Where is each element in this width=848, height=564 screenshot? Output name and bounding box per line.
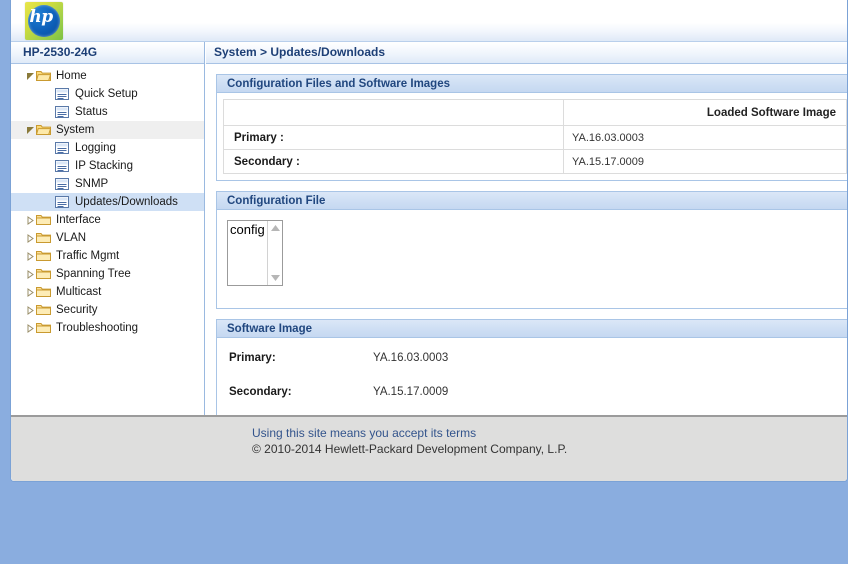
breadcrumb: System > Updates/Downloads <box>206 42 847 64</box>
sidebar-item-system[interactable]: System <box>11 121 204 139</box>
sidebar-item-status[interactable]: Status <box>11 103 204 121</box>
page-icon <box>55 157 71 175</box>
table-row: Secondary : YA.15.17.0009 <box>223 149 847 174</box>
software-image-label: Secondary: <box>229 386 292 398</box>
app-banner: hp <box>11 0 847 42</box>
sidebar-item-label: Security <box>56 304 98 316</box>
triangle-expanded-icon[interactable] <box>25 67 35 85</box>
table-row: Primary : YA.16.03.0003 <box>223 125 847 150</box>
table-header-blank <box>223 99 564 126</box>
sidebar-item-home[interactable]: Home <box>11 67 204 85</box>
hp-switch-web-app: hp HP-2530-24G Home Quick Setup Status Syst… <box>10 0 848 482</box>
loaded-software-image-value: YA.15.17.0009 <box>563 149 847 174</box>
panel-configuration-file: Configuration File config <box>216 191 847 309</box>
sidebar-item-interface[interactable]: Interface <box>11 211 204 229</box>
image-slot-label: Primary : <box>223 125 564 150</box>
hp-logo-icon[interactable]: hp <box>25 2 63 40</box>
folder-open-icon <box>35 121 53 139</box>
panel-body-software-image: Primary: YA.16.03.0003 Secondary: YA.15.17.… <box>217 338 847 415</box>
sidebar-item-traffic-mgmt[interactable]: Traffic Mgmt <box>11 247 204 265</box>
loaded-software-image-table: Loaded Software Image Primary : YA.16.03.… <box>223 99 847 174</box>
triangle-collapsed-icon[interactable] <box>25 319 35 337</box>
sidebar-item-label: Updates/Downloads <box>75 196 178 208</box>
sidebar-item-logging[interactable]: Logging <box>11 139 204 157</box>
sidebar-item-label: Quick Setup <box>75 88 138 100</box>
sidebar-item-quick-setup[interactable]: Quick Setup <box>11 85 204 103</box>
folder-closed-icon <box>35 319 53 337</box>
sidebar-item-label: Traffic Mgmt <box>56 250 120 262</box>
sidebar-item-label: Multicast <box>56 286 102 298</box>
sidebar-item-label: SNMP <box>75 178 109 190</box>
image-slot-label: Secondary : <box>223 149 564 174</box>
sidebar-item-snmp[interactable]: SNMP <box>11 175 204 193</box>
panel-body-config-and-images: Loaded Software Image Primary : YA.16.03.… <box>217 93 847 180</box>
sidebar-item-label: System <box>56 124 95 136</box>
page-icon <box>55 103 71 121</box>
folder-closed-icon <box>35 211 53 229</box>
folder-open-icon <box>35 67 53 85</box>
panel-configuration-files-and-software-images: Configuration Files and Software Images … <box>216 74 847 181</box>
triangle-collapsed-icon[interactable] <box>25 265 35 283</box>
device-model-title: HP-2530-24G <box>11 42 204 64</box>
config-file-listbox[interactable]: config <box>227 220 283 286</box>
triangle-collapsed-icon[interactable] <box>25 247 35 265</box>
sidebar-item-updates-downloads[interactable]: Updates/Downloads <box>11 193 204 211</box>
software-image-version: YA.16.03.0003 <box>373 352 449 364</box>
triangle-collapsed-icon[interactable] <box>25 229 35 247</box>
sidebar-item-label: Status <box>75 106 108 118</box>
software-image-version: YA.15.17.0009 <box>373 386 449 398</box>
panel-software-image: Software Image Primary: YA.16.03.0003 Seco… <box>216 319 847 415</box>
triangle-collapsed-icon[interactable] <box>25 301 35 319</box>
sidebar-item-label: Home <box>56 70 87 82</box>
copyright-text: © 2010-2014 Hewlett-Packard Development … <box>252 442 568 456</box>
sidebar-item-security[interactable]: Security <box>11 301 204 319</box>
sidebar-item-label: Interface <box>56 214 101 226</box>
triangle-collapsed-icon[interactable] <box>25 211 35 229</box>
scroll-up-arrow-icon[interactable] <box>270 223 281 233</box>
software-image-label: Primary: <box>229 352 276 364</box>
terms-link[interactable]: Using this site means you accept its ter… <box>252 426 476 440</box>
panel-title-configuration-file: Configuration File <box>217 192 847 210</box>
content-area: System > Updates/Downloads Configuration… <box>206 42 847 415</box>
table-header-row: Loaded Software Image <box>223 99 847 126</box>
sidebar-item-troubleshooting[interactable]: Troubleshooting <box>11 319 204 337</box>
scroll-down-arrow-icon[interactable] <box>270 273 281 283</box>
table-head: Loaded Software Image <box>223 99 847 126</box>
page-icon <box>55 175 71 193</box>
sidebar-item-label: Troubleshooting <box>56 322 139 334</box>
folder-closed-icon <box>35 301 53 319</box>
hp-logo-text: hp <box>29 7 53 27</box>
table-header-loaded-software-image: Loaded Software Image <box>563 99 847 126</box>
folder-closed-icon <box>35 283 53 301</box>
panel-title-config-and-images: Configuration Files and Software Images <box>217 75 847 93</box>
page-icon <box>55 85 71 103</box>
triangle-collapsed-icon[interactable] <box>25 283 35 301</box>
listbox-scrollbar[interactable] <box>267 221 282 285</box>
software-image-row: Secondary: YA.15.17.0009 <box>217 382 847 415</box>
panel-body-configuration-file: config <box>217 210 847 308</box>
page-footer: Using this site means you accept its ter… <box>11 415 847 481</box>
sidebar-item-vlan[interactable]: VLAN <box>11 229 204 247</box>
page-icon <box>55 193 71 211</box>
sidebar-item-spanning-tree[interactable]: Spanning Tree <box>11 265 204 283</box>
sidebar-item-label: Spanning Tree <box>56 268 131 280</box>
navigation-sidebar: HP-2530-24G Home Quick Setup Status System L… <box>11 42 205 415</box>
sidebar-item-multicast[interactable]: Multicast <box>11 283 204 301</box>
software-image-row: Primary: YA.16.03.0003 <box>217 348 847 382</box>
folder-closed-icon <box>35 229 53 247</box>
triangle-expanded-icon[interactable] <box>25 121 35 139</box>
table-body: Primary : YA.16.03.0003 Secondary : YA.15.1… <box>223 125 847 174</box>
sidebar-item-label: IP Stacking <box>75 160 133 172</box>
folder-closed-icon <box>35 265 53 283</box>
navigation-tree[interactable]: Home Quick Setup Status System Logging IP Sta… <box>11 64 204 337</box>
folder-closed-icon <box>35 247 53 265</box>
panel-title-software-image: Software Image <box>217 320 847 338</box>
main-body: HP-2530-24G Home Quick Setup Status System L… <box>11 42 847 415</box>
sidebar-item-ip-stacking[interactable]: IP Stacking <box>11 157 204 175</box>
sidebar-item-label: Logging <box>75 142 116 154</box>
sidebar-item-label: VLAN <box>56 232 87 244</box>
page-icon <box>55 139 71 157</box>
loaded-software-image-value: YA.16.03.0003 <box>563 125 847 150</box>
